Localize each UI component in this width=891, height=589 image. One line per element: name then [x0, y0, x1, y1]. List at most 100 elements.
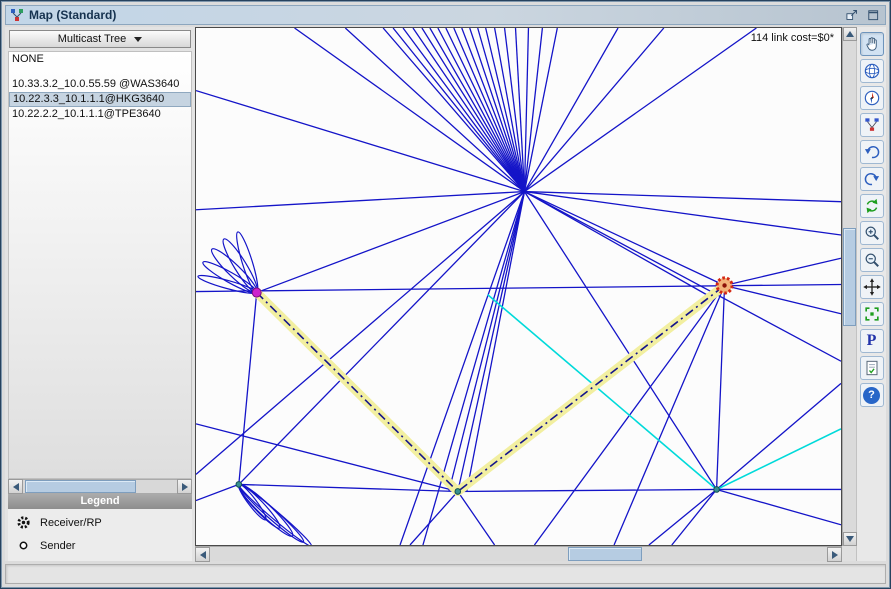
map-node-receiver-core	[722, 283, 726, 287]
map-link	[649, 489, 717, 545]
help-icon: ?	[863, 387, 880, 404]
multicast-tree-list: NONE 10.33.3.2_10.0.55.59 @WAS3640 10.22…	[8, 51, 192, 479]
map-link	[717, 383, 841, 489]
scroll-right-button[interactable]	[827, 547, 842, 562]
tree-type-combo[interactable]: Multicast Tree	[9, 30, 191, 48]
scrollbar-thumb[interactable]	[568, 547, 642, 561]
map-link	[458, 489, 717, 491]
scrollbar-track[interactable]	[23, 479, 177, 494]
detach-icon	[845, 8, 859, 22]
map-node-sender[interactable]	[252, 288, 261, 297]
zoom-out-icon	[862, 250, 882, 270]
report-button[interactable]	[860, 356, 884, 380]
legend-header: Legend	[8, 494, 192, 509]
map-link	[524, 28, 528, 192]
scrollbar-thumb[interactable]	[843, 228, 856, 326]
undo-button[interactable]	[860, 140, 884, 164]
topology-graph	[196, 28, 841, 545]
help-button[interactable]: ?	[860, 383, 884, 407]
zoom-in-icon	[862, 223, 882, 243]
scrollbar-thumb[interactable]	[25, 480, 136, 493]
pan-map-button[interactable]	[860, 275, 884, 299]
refresh-icon	[862, 196, 882, 216]
scrollbar-corner	[842, 546, 856, 561]
map-link	[524, 192, 841, 202]
map-link	[196, 192, 524, 210]
map-link	[239, 293, 257, 485]
map-link	[524, 28, 663, 192]
list-item-selected[interactable]: 10.22.3.3_10.1.1.1@HKG3640	[9, 92, 191, 107]
scroll-left-button[interactable]	[8, 479, 23, 494]
status-bar	[5, 564, 886, 584]
map-link	[196, 484, 239, 500]
scrollbar-track[interactable]	[210, 547, 827, 561]
map-link	[458, 491, 495, 545]
list-item-none[interactable]: NONE	[9, 52, 191, 67]
tree-type-combo-value: Multicast Tree	[58, 33, 126, 45]
globe-icon	[862, 61, 882, 81]
compass-icon	[862, 88, 882, 108]
detach-window-button[interactable]	[844, 7, 860, 23]
world-view-button[interactable]	[860, 59, 884, 83]
map-link	[410, 491, 458, 545]
undo-icon	[862, 142, 882, 162]
arrow-down-icon	[846, 536, 854, 542]
map-link-alt	[717, 429, 841, 490]
legend-item-sender: Sender	[16, 538, 184, 553]
zoom-out-button[interactable]	[860, 248, 884, 272]
map-node-router[interactable]	[455, 489, 461, 495]
window-map-icon	[10, 8, 24, 22]
scroll-right-button[interactable]	[177, 479, 192, 494]
redo-icon	[862, 169, 882, 189]
link-cost-label: 114 link cost=$0*	[751, 32, 834, 44]
pan-tool-button[interactable]	[860, 32, 884, 56]
map-area: 114 link cost=$0*	[195, 27, 856, 561]
receiver-rp-icon	[16, 515, 31, 530]
content-area: Multicast Tree NONE 10.33.3.2_10.0.55.59…	[5, 27, 886, 561]
scroll-up-button[interactable]	[843, 27, 857, 41]
title-bar[interactable]: Map (Standard)	[5, 5, 886, 25]
scrollbar-track[interactable]	[843, 41, 856, 532]
map-link	[725, 258, 841, 285]
maximize-window-button[interactable]	[865, 7, 881, 23]
map-link	[257, 192, 525, 293]
list-item[interactable]: 10.22.2.2_10.1.1.1@TPE3640	[9, 107, 191, 122]
map-node-router[interactable]	[236, 482, 242, 488]
scroll-down-button[interactable]	[843, 532, 857, 546]
tree-sidebar: Multicast Tree NONE 10.33.3.2_10.0.55.59…	[5, 27, 195, 561]
p-tool-button[interactable]: P	[860, 329, 884, 353]
map-link	[672, 489, 717, 545]
arrow-right-icon	[832, 551, 838, 559]
legend-body: Receiver/RP Sender	[8, 509, 192, 561]
map-link	[524, 28, 542, 192]
map-toolbar: P ?	[856, 27, 886, 561]
map-vertical-scrollbar[interactable]	[842, 27, 856, 546]
map-link	[725, 285, 841, 313]
map-multipath-loop	[197, 273, 258, 297]
hand-icon	[862, 34, 882, 54]
map-link	[717, 285, 725, 489]
arrow-up-icon	[846, 31, 854, 37]
map-link	[524, 192, 713, 299]
redo-button[interactable]	[860, 167, 884, 191]
window-title: Map (Standard)	[29, 8, 839, 22]
refresh-button[interactable]	[860, 194, 884, 218]
map-horizontal-scrollbar[interactable]	[195, 546, 842, 561]
list-horizontal-scrollbar[interactable]	[8, 479, 192, 494]
list-item[interactable]: 10.33.3.2_10.0.55.59 @WAS3640	[9, 77, 191, 92]
arrow-right-icon	[182, 483, 188, 491]
topology-icon	[862, 115, 882, 135]
fit-selection-icon	[862, 304, 882, 324]
zoom-in-button[interactable]	[860, 221, 884, 245]
scroll-left-button[interactable]	[195, 547, 210, 562]
legend-label: Sender	[40, 540, 75, 552]
multicast-path-band	[257, 285, 725, 491]
map-node-router[interactable]	[714, 487, 720, 493]
compass-button[interactable]	[860, 86, 884, 110]
map-link	[383, 28, 524, 192]
report-icon	[862, 358, 882, 378]
fit-to-view-button[interactable]	[860, 302, 884, 326]
map-canvas[interactable]: 114 link cost=$0*	[195, 27, 842, 546]
map-link	[524, 192, 841, 362]
topology-view-button[interactable]	[860, 113, 884, 137]
